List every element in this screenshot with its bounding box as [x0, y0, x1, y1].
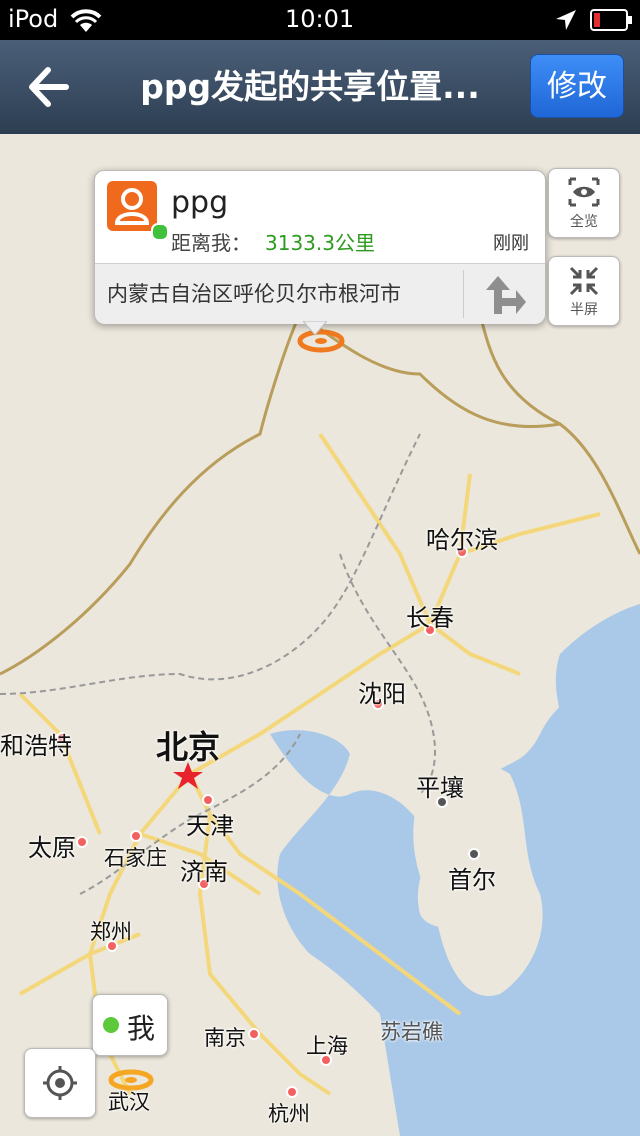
my-location-callout[interactable]: 我	[92, 994, 168, 1056]
device-name: iPod	[8, 5, 59, 33]
wifi-icon	[70, 9, 102, 32]
callout-pointer	[303, 321, 327, 336]
city-label-hangzhou: 杭州	[268, 1102, 310, 1126]
city-label-seoul: 首尔	[448, 866, 496, 894]
status-time: 10:01	[285, 5, 355, 33]
hangzhou-dot	[286, 1086, 298, 1098]
city-label-wuhan: 武汉	[108, 1090, 150, 1114]
page-title: ppg发起的共享位置...	[140, 67, 480, 106]
collapse-icon	[569, 266, 599, 296]
my-status-dot	[103, 1017, 119, 1033]
locate-me-button[interactable]	[24, 1048, 96, 1118]
tianjin-dot	[202, 794, 214, 806]
distance-value: 3133.3公里	[265, 231, 375, 255]
crosshair-icon	[43, 1066, 77, 1100]
user-icon	[114, 188, 150, 225]
update-time: 刚刚	[493, 233, 529, 254]
city-label-nanjing: 南京	[204, 1026, 246, 1050]
online-status-dot	[151, 223, 169, 241]
distance-label: 距离我：	[171, 231, 251, 255]
city-label-hohhot: 和浩特	[0, 732, 72, 760]
city-label-shijiazhuang: 石家庄	[104, 846, 167, 870]
back-arrow-icon	[29, 67, 69, 107]
location-arrow-icon	[556, 10, 576, 30]
half-screen-button[interactable]: 半屏	[548, 256, 620, 326]
city-label-taiyuan: 太原	[28, 834, 76, 862]
sharer-name: ppg	[171, 185, 229, 220]
location-callout[interactable]: ppg 距离我： 3133.3公里 刚刚 内蒙古自治区呼伦贝尔市根河市	[94, 170, 546, 336]
city-label-shanghai: 上海	[306, 1034, 348, 1058]
eye-icon	[568, 177, 600, 207]
battery-icon	[590, 9, 632, 31]
route-turn-icon	[486, 276, 526, 314]
city-label-beijing: 北京	[156, 728, 221, 766]
city-label-changchun: 长春	[406, 604, 454, 632]
callout-address-row[interactable]: 内蒙古自治区呼伦贝尔市根河市	[95, 263, 545, 324]
city-label-zhengzhou: 郑州	[90, 920, 132, 944]
my-location-label: 我	[127, 1012, 156, 1045]
edit-button[interactable]: 修改	[530, 54, 624, 118]
city-label-tianjin: 天津	[186, 812, 234, 840]
address-text: 内蒙古自治区呼伦贝尔市根河市	[107, 282, 401, 306]
back-button[interactable]	[20, 62, 80, 112]
avatar	[107, 181, 169, 241]
overview-button[interactable]: 全览	[548, 168, 620, 238]
seoul-dot	[468, 848, 480, 860]
status-bar: iPod 10:01	[0, 0, 640, 40]
overview-label: 全览	[570, 214, 598, 230]
callout-header: ppg 距离我： 3133.3公里 刚刚	[95, 171, 545, 263]
nav-bar: ppg发起的共享位置... 修改	[0, 40, 640, 135]
city-label-pyongyang: 平壤	[416, 774, 464, 802]
nanjing-dot	[248, 1028, 260, 1040]
city-label-harbin: 哈尔滨	[426, 526, 498, 554]
half-screen-label: 半屏	[570, 302, 598, 318]
city-label-shenyang: 沈阳	[358, 680, 406, 708]
taiyuan-dot	[76, 836, 88, 848]
shijiazhuang-dot	[130, 830, 142, 842]
route-button[interactable]	[463, 270, 544, 318]
city-label-jinan: 济南	[180, 858, 228, 886]
city-label-suyanjiao: 苏岩礁	[380, 1020, 443, 1044]
